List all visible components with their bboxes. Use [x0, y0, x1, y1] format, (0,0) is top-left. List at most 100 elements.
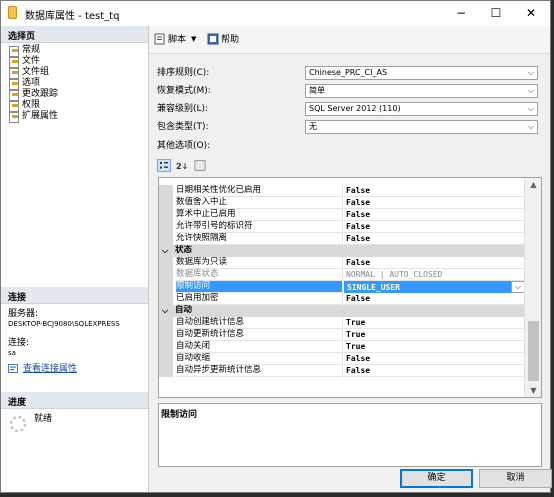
- page-item-change-tracking[interactable]: 更改跟踪: [9, 89, 59, 101]
- grid-property-value[interactable]: False: [344, 209, 525, 221]
- grid-property-row[interactable]: 自动更新统计信息 True: [159, 329, 525, 341]
- grid-category-label: 自动: [175, 305, 193, 315]
- grid-property-row[interactable]: 限制访问 SINGLE_USER ⌵: [159, 281, 525, 293]
- connection-value: sa: [8, 349, 16, 357]
- page-icon: [9, 79, 19, 90]
- grid-property-value[interactable]: False: [344, 197, 525, 209]
- chevron-down-icon[interactable]: ⌵: [511, 281, 525, 293]
- page-icon: [9, 101, 19, 112]
- grid-property-value[interactable]: True: [344, 341, 525, 353]
- page-item-extended-properties[interactable]: 扩展属性: [9, 111, 58, 123]
- grid-scrollbar[interactable]: ▲ ▼: [524, 178, 541, 397]
- containment-select[interactable]: 无 ⌵: [305, 120, 538, 134]
- page-list: 常规 文件 文件组 选项 更改跟踪 权限 扩展属性: [9, 45, 59, 123]
- view-connection-properties[interactable]: 查看连接属性: [8, 364, 77, 374]
- grid-property-value[interactable]: False: [344, 365, 525, 377]
- sort-alphabetical-icon[interactable]: 2↓: [175, 159, 189, 172]
- cancel-button[interactable]: 取消: [479, 469, 552, 488]
- progress-status: 就绪: [8, 414, 52, 434]
- ok-button[interactable]: 确定: [400, 469, 473, 488]
- grid-property-row[interactable]: 算术中止已启用 False: [159, 209, 525, 221]
- grid-property-value[interactable]: False: [344, 221, 525, 233]
- grid-property-value[interactable]: True: [344, 329, 525, 341]
- script-label: 脚本: [168, 35, 187, 45]
- collation-label: 排序规则(C):: [157, 68, 210, 78]
- grid-property-row[interactable]: 已启用加密 False: [159, 293, 525, 305]
- grid-gutter: [159, 317, 173, 329]
- property-grid[interactable]: 日期相关性优化已启用 False 数值舍入中止 False 算术中止已启用 False 允许…: [158, 177, 542, 398]
- grid-property-row[interactable]: 自动收缩 False: [159, 353, 525, 365]
- close-button[interactable]: ✕: [514, 1, 548, 26]
- grid-property-value[interactable]: False: [344, 293, 525, 305]
- compat-level-select[interactable]: SQL Server 2012 (110) ⌵: [305, 102, 538, 116]
- grid-property-value[interactable]: False: [344, 185, 525, 197]
- other-options-label: 其他选项(O):: [157, 141, 211, 151]
- scrollbar-thumb[interactable]: [528, 321, 539, 381]
- page-icon: [9, 112, 19, 123]
- containment-value: 无: [309, 122, 317, 131]
- page-item-files[interactable]: 文件: [9, 56, 58, 68]
- grid-property-name: 允许快照隔离: [176, 233, 343, 245]
- grid-property-name: 已启用加密: [176, 293, 343, 305]
- grid-gutter: [159, 197, 173, 209]
- collation-select[interactable]: Chinese_PRC_CI_AS ⌵: [305, 66, 538, 80]
- grid-property-row[interactable]: 日期相关性优化已启用 False: [159, 185, 525, 197]
- grid-category-row[interactable]: ⌵ 状态: [159, 245, 525, 257]
- property-pages-icon[interactable]: [193, 159, 207, 172]
- grid-property-value[interactable]: False: [344, 353, 525, 365]
- recovery-model-select[interactable]: 简单 ⌵: [305, 84, 538, 98]
- categorized-icon[interactable]: [157, 159, 171, 172]
- progress-header: 进度: [1, 392, 148, 409]
- help-label: 帮助: [221, 35, 240, 45]
- database-icon: [8, 6, 17, 19]
- grid-property-row[interactable]: 自动异步更新统计信息 False: [159, 365, 525, 377]
- grid-property-value[interactable]: True: [344, 317, 525, 329]
- grid-property-row[interactable]: 允许带引号的标识符 False: [159, 221, 525, 233]
- view-connection-link[interactable]: 查看连接属性: [23, 364, 77, 374]
- maximize-button[interactable]: ☐: [479, 1, 513, 26]
- scroll-up-icon[interactable]: ▲: [525, 180, 542, 189]
- grid-property-row[interactable]: 自动关闭 True: [159, 341, 525, 353]
- page-item-options[interactable]: 选项: [9, 78, 58, 90]
- grid-category-label: 状态: [175, 245, 193, 255]
- spinner-icon: [9, 415, 27, 433]
- compat-label: 兼容级别(L):: [157, 104, 209, 114]
- grid-property-name: 自动收缩: [176, 353, 343, 365]
- properties-icon: [8, 364, 18, 373]
- grid-gutter: [159, 209, 173, 221]
- grid-property-name: 数据库状态: [176, 269, 343, 281]
- help-button[interactable]: 帮助: [207, 32, 239, 45]
- select-page-header: 选择页: [1, 26, 148, 43]
- page-item-label: 文件组: [22, 67, 50, 77]
- page-item-permissions[interactable]: 权限: [9, 100, 58, 112]
- chevron-down-icon: ⌵: [527, 122, 534, 131]
- script-button[interactable]: 脚本 ▼: [154, 32, 196, 45]
- grid-property-value[interactable]: False: [344, 233, 525, 245]
- grid-category-row[interactable]: ⌵ 自动: [159, 305, 525, 317]
- grid-property-name: 自动异步更新统计信息: [176, 365, 343, 377]
- grid-property-name: 限制访问: [176, 281, 343, 293]
- scroll-down-icon[interactable]: ▼: [525, 386, 542, 395]
- grid-property-value[interactable]: False: [344, 257, 525, 269]
- grid-gutter: [159, 281, 173, 293]
- page-item-label: 常规: [22, 45, 41, 55]
- grid-property-value[interactable]: SINGLE_USER: [344, 281, 525, 293]
- grid-property-name: 自动关闭: [176, 341, 343, 353]
- page-item-label: 更改跟踪: [22, 89, 59, 99]
- page-item-filegroups[interactable]: 文件组: [9, 67, 58, 79]
- collation-value: Chinese_PRC_CI_AS: [309, 68, 388, 77]
- collapse-chevron-icon[interactable]: ⌵: [162, 305, 168, 316]
- grid-property-value: NORMAL | AUTO_CLOSED: [344, 269, 525, 281]
- collapse-chevron-icon[interactable]: ⌵: [162, 245, 168, 256]
- grid-property-row[interactable]: 允许快照隔离 False: [159, 233, 525, 245]
- minimize-button[interactable]: −: [444, 1, 478, 26]
- grid-property-row[interactable]: 数据库为只读 False: [159, 257, 525, 269]
- page-item-general[interactable]: 常规: [9, 45, 58, 57]
- grid-property-row[interactable]: 数据库状态 NORMAL | AUTO_CLOSED: [159, 269, 525, 281]
- server-value: DESKTOP-BCJ9080\SQLEXPRESS: [8, 320, 120, 328]
- grid-gutter: [159, 293, 173, 305]
- grid-property-name: 允许带引号的标识符: [176, 221, 343, 233]
- page-icon: [9, 57, 19, 68]
- grid-property-row[interactable]: 数值舍入中止 False: [159, 197, 525, 209]
- grid-property-row[interactable]: 自动创建统计信息 True: [159, 317, 525, 329]
